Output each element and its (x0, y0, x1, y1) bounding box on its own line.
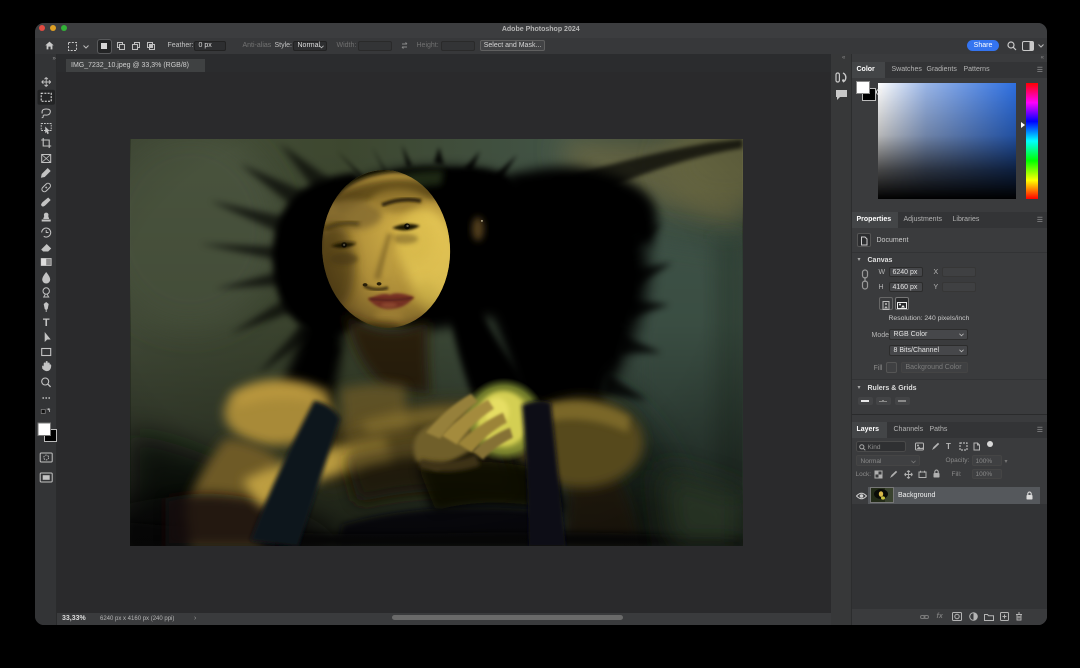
svg-text:T: T (42, 317, 49, 329)
